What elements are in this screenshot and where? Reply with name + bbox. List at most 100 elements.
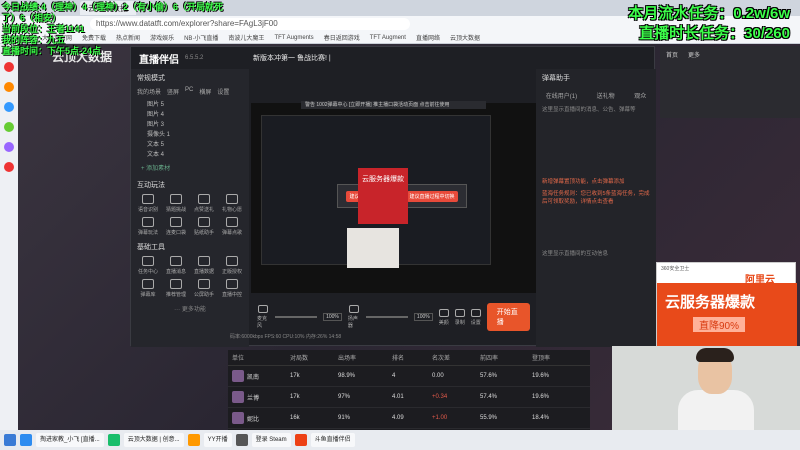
speaker-control[interactable]: 扬声器	[348, 305, 360, 329]
stream-overlay-right: 本月流水任务：0.2w/6w 直播时长任务：30/260	[628, 4, 790, 44]
source-item[interactable]: 图片 5	[137, 100, 243, 110]
mic-control[interactable]: 麦克风	[257, 305, 269, 329]
scene-tab[interactable]: 设置	[217, 87, 229, 96]
taskbar-item[interactable]: 掏进家教_小飞 [直播...	[36, 433, 104, 447]
tool-basic[interactable]: 直播数据	[191, 256, 217, 275]
gear-icon	[470, 308, 481, 317]
app-icon[interactable]	[4, 62, 14, 72]
bookmark-item[interactable]: 直播网络	[416, 33, 440, 42]
tool-interactive[interactable]: 弹幕点歌	[219, 217, 245, 236]
mic-volume-slider[interactable]	[275, 316, 318, 318]
taskbar-app-icon	[294, 434, 307, 446]
tool-interactive[interactable]: 语音识别	[135, 194, 161, 213]
mic-icon	[258, 305, 269, 313]
tool-basic[interactable]: 直播中控	[219, 279, 245, 298]
start-icon[interactable]	[4, 434, 16, 446]
danmaku-notice[interactable]: 新增弹幕置顶功能，点击弹幕添加	[536, 176, 656, 188]
tool-basic[interactable]: 直播消息	[163, 256, 189, 275]
ad-discount: 直降90%	[693, 317, 746, 332]
tool-interactive[interactable]: 点赞送礼	[191, 194, 217, 213]
beauty-button[interactable]: 美颜	[438, 308, 449, 326]
mode-select[interactable]: 常规模式	[131, 69, 249, 87]
taskbar-item[interactable]: 斗鱼直播伴侣	[310, 433, 355, 447]
source-item[interactable]: 图片 4	[137, 110, 243, 120]
dialog-right-button[interactable]: 建议直播过程中切换	[406, 190, 458, 202]
stream-status: 码率:6000kbps FPS:60 CPU:10% 内存:26% 14:58	[230, 334, 342, 340]
tool-basic[interactable]: 弹幕库	[135, 279, 161, 298]
aliyun-ad[interactable]: 360安全卫士 阿里云 云服务器爆款 直降90%	[656, 262, 797, 347]
tool-interactive[interactable]: 贴纸助手	[191, 217, 217, 236]
right-window-tab[interactable]: 更多	[688, 50, 700, 59]
source-item[interactable]: 图片 3	[137, 120, 243, 130]
app-icon[interactable]	[4, 162, 14, 172]
streamer-shirt	[678, 390, 754, 430]
settings-button[interactable]: 设置	[470, 308, 481, 326]
unit-cell: 凯南	[228, 370, 286, 382]
tool-basic[interactable]: 正版授权	[219, 256, 245, 275]
tool-label: 任务中心	[137, 269, 158, 275]
column-header[interactable]: 单位	[228, 353, 286, 362]
column-header[interactable]: 登顶率	[528, 353, 590, 362]
scene-tab[interactable]: PC	[185, 87, 193, 96]
table-row[interactable]: 兰博 17k 97% 4.01 +0.34 57.4% 19.6%	[228, 387, 590, 408]
tool-label: 贴纸助手	[193, 230, 214, 236]
tool-icon	[198, 217, 210, 227]
app-icon[interactable]	[4, 122, 14, 132]
more-features-link[interactable]: ··· 更多功能	[131, 298, 249, 317]
tool-interactive[interactable]: 礼物心愿	[219, 194, 245, 213]
tool-interactive[interactable]: 猜题挑战	[163, 194, 189, 213]
tool-basic[interactable]: 公屏助手	[191, 279, 217, 298]
tool-label: 弹幕库	[140, 292, 156, 298]
tool-icon	[142, 194, 154, 204]
taskbar-item[interactable]: 登录 Steam	[251, 433, 291, 447]
scene-tab[interactable]: 横屏	[199, 87, 211, 96]
tool-icon	[142, 279, 154, 289]
right-window-tab[interactable]: 首页	[666, 50, 678, 59]
source-item[interactable]: 摄像头 1	[137, 130, 243, 140]
danmaku-tab[interactable]: 送礼物	[597, 91, 615, 100]
record-button[interactable]: 录制	[454, 308, 465, 326]
column-header[interactable]: 前四率	[476, 353, 528, 362]
table-row[interactable]: 凯南 17k 98.9% 4 0.00 57.6% 19.6%	[228, 366, 590, 387]
app-icon[interactable]	[4, 142, 14, 152]
tool-label: 点赞送礼	[193, 207, 214, 213]
tool-icon	[170, 217, 182, 227]
bookmark-item[interactable]: 云顶大数据	[450, 33, 480, 42]
bookmark-item[interactable]: TFT Augments	[274, 35, 313, 41]
speaker-volume-slider[interactable]	[366, 316, 408, 318]
table-row[interactable]: 妮比 16k 91% 4.09 +1.00 55.9% 18.4%	[228, 408, 590, 429]
app-icon[interactable]	[4, 82, 14, 92]
danmaku-tab[interactable]: 观众	[634, 91, 646, 100]
app-icon[interactable]	[4, 102, 14, 112]
tool-interactive[interactable]: 弹幕玩法	[135, 217, 161, 236]
bluesea-notice[interactable]: 蓝海任务规则：您已收到5条蓝海任务，完成后可领取奖励，详情点击查看	[536, 188, 656, 208]
scene-tab[interactable]: 我的场景	[137, 87, 161, 96]
bookmark-item[interactable]: TFT Augment	[370, 35, 406, 41]
taskbar-item[interactable]: YY开播	[203, 433, 232, 447]
tool-basic[interactable]: 推荐管理	[163, 279, 189, 298]
flow-task: 本月流水任务：0.2w/6w	[628, 5, 790, 22]
mic-volume-value: 100%	[323, 313, 342, 321]
cell-win: 19.6%	[532, 373, 550, 379]
tool-icon	[198, 194, 210, 204]
taskbar-item[interactable]: 云顶大数据 | 创意...	[123, 433, 184, 447]
column-header[interactable]: 排名	[388, 353, 428, 362]
record-label: 录制	[454, 319, 465, 326]
live-title[interactable]: 新版本冲第一 鲁战比赛! |	[253, 53, 331, 63]
danmaku-tab[interactable]: 在线用户(1)	[546, 91, 577, 100]
column-header[interactable]: 对局数	[286, 353, 334, 362]
start-live-button[interactable]: 开始直播	[486, 303, 530, 331]
column-header[interactable]: 名次差	[428, 353, 476, 362]
taskbar-app-icon	[187, 434, 200, 446]
tool-basic[interactable]: 任务中心	[135, 256, 161, 275]
bookmark-item[interactable]: 南波儿大魔王	[228, 33, 264, 42]
cell-pick: 97%	[338, 394, 351, 400]
source-item[interactable]: 文本 4	[137, 150, 243, 160]
source-item[interactable]: 文本 5	[137, 140, 243, 150]
scene-tab[interactable]: 竖屏	[167, 87, 179, 96]
bookmark-item[interactable]: 春日返回游戏	[324, 33, 360, 42]
column-header[interactable]: 出场率	[334, 353, 388, 362]
tool-interactive[interactable]: 连麦口袋	[163, 217, 189, 236]
tool-icon	[226, 279, 238, 289]
add-material-button[interactable]: + 添加素材	[131, 164, 249, 174]
